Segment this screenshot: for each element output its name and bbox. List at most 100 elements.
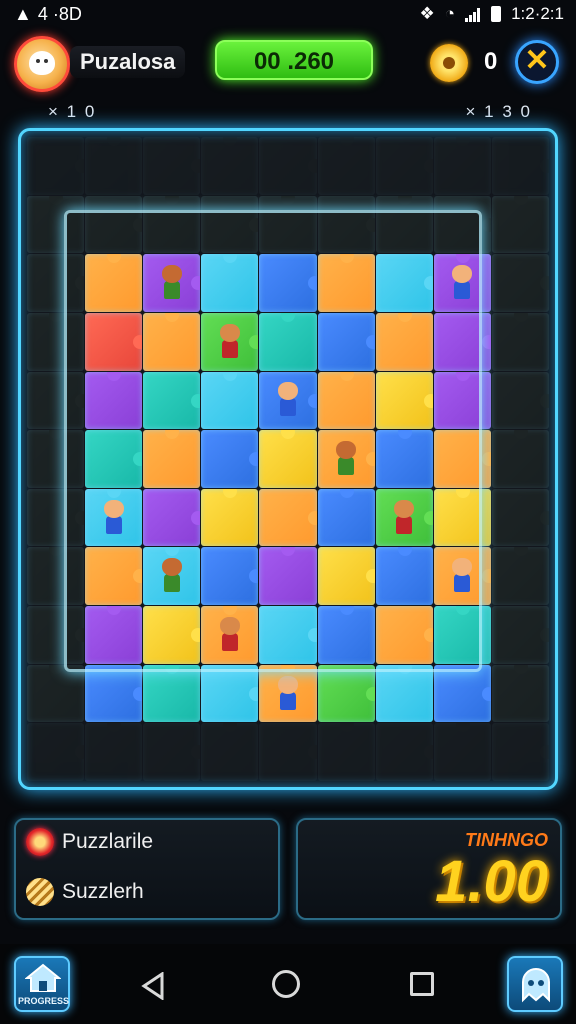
puzzle-tile[interactable] (259, 723, 317, 781)
coin-gear-icon[interactable] (430, 44, 468, 82)
puzzle-tile[interactable] (491, 723, 549, 781)
puzzle-tile[interactable] (433, 195, 491, 254)
puzzle-tile[interactable] (85, 254, 143, 312)
puzzle-tile[interactable] (375, 254, 433, 312)
puzzle-tile[interactable] (201, 430, 259, 488)
puzzle-tile[interactable] (375, 195, 433, 254)
puzzle-tile[interactable] (259, 547, 317, 606)
puzzle-tile[interactable] (143, 430, 201, 488)
puzzle-tile[interactable] (317, 430, 375, 488)
puzzle-tile[interactable] (375, 371, 433, 430)
puzzle-tile[interactable] (433, 254, 491, 312)
puzzle-tile[interactable] (491, 430, 549, 488)
puzzle-tile[interactable] (27, 723, 85, 781)
close-button[interactable]: ✕ (515, 40, 559, 84)
recent-apps-icon[interactable] (410, 972, 434, 996)
puzzle-tile[interactable] (375, 664, 433, 723)
puzzle-tile[interactable] (491, 254, 549, 312)
powerup-row-1[interactable]: Puzzlarile (26, 828, 153, 856)
puzzle-tile[interactable] (85, 723, 143, 781)
puzzle-tile[interactable] (491, 664, 549, 723)
puzzle-tile[interactable] (85, 606, 143, 664)
puzzle-tile[interactable] (259, 664, 317, 723)
puzzle-tile[interactable] (433, 488, 491, 547)
puzzle-tile[interactable] (27, 488, 85, 547)
puzzle-tile[interactable] (317, 606, 375, 664)
puzzle-tile[interactable] (491, 137, 549, 195)
puzzle-tile[interactable] (27, 664, 85, 723)
puzzle-tile[interactable] (375, 312, 433, 371)
puzzle-tile[interactable] (317, 195, 375, 254)
puzzle-tile[interactable] (433, 137, 491, 195)
puzzle-tile[interactable] (201, 312, 259, 371)
puzzle-tile[interactable] (85, 664, 143, 723)
puzzle-tile[interactable] (201, 606, 259, 664)
puzzle-tile[interactable] (259, 488, 317, 547)
puzzle-tile[interactable] (85, 488, 143, 547)
puzzle-tile[interactable] (433, 606, 491, 664)
puzzle-tile[interactable] (143, 137, 201, 195)
puzzle-tile[interactable] (201, 488, 259, 547)
puzzle-tile[interactable] (491, 488, 549, 547)
puzzle-tile[interactable] (85, 371, 143, 430)
nav-home-icon[interactable] (272, 970, 300, 998)
puzzle-tile[interactable] (27, 430, 85, 488)
puzzle-tile[interactable] (85, 312, 143, 371)
puzzle-tile[interactable] (317, 547, 375, 606)
puzzle-tile[interactable] (317, 254, 375, 312)
puzzle-tile[interactable] (201, 371, 259, 430)
puzzle-tile[interactable] (27, 371, 85, 430)
puzzle-tile[interactable] (491, 195, 549, 254)
puzzle-tile[interactable] (433, 547, 491, 606)
puzzle-tile[interactable] (85, 547, 143, 606)
puzzle-tile[interactable] (375, 137, 433, 195)
puzzle-tile[interactable] (201, 547, 259, 606)
puzzle-tile[interactable] (143, 723, 201, 781)
puzzle-tile[interactable] (375, 547, 433, 606)
puzzle-tile[interactable] (27, 195, 85, 254)
character-button[interactable] (507, 956, 563, 1012)
puzzle-tile[interactable] (491, 312, 549, 371)
puzzle-tile[interactable] (259, 137, 317, 195)
home-button[interactable]: PROGRESS (14, 956, 70, 1012)
puzzle-tile[interactable] (201, 254, 259, 312)
puzzle-tile[interactable] (317, 488, 375, 547)
puzzle-tile[interactable] (375, 430, 433, 488)
puzzle-tile[interactable] (259, 371, 317, 430)
puzzle-tile[interactable] (259, 254, 317, 312)
puzzle-tile[interactable] (143, 547, 201, 606)
puzzle-tile[interactable] (27, 254, 85, 312)
puzzle-tile[interactable] (317, 664, 375, 723)
puzzle-tile[interactable] (433, 723, 491, 781)
puzzle-tile[interactable] (375, 488, 433, 547)
puzzle-tile[interactable] (85, 195, 143, 254)
puzzle-tile[interactable] (259, 606, 317, 664)
puzzle-tile[interactable] (433, 430, 491, 488)
puzzle-tile[interactable] (143, 254, 201, 312)
puzzle-tile[interactable] (143, 195, 201, 254)
puzzle-tile[interactable] (317, 137, 375, 195)
powerup-row-2[interactable]: Suzzlerh (26, 878, 144, 906)
puzzle-tile[interactable] (491, 547, 549, 606)
puzzle-tile[interactable] (317, 723, 375, 781)
puzzle-tile[interactable] (27, 312, 85, 371)
puzzle-tile[interactable] (433, 312, 491, 371)
puzzle-tile[interactable] (27, 547, 85, 606)
puzzle-tile[interactable] (85, 430, 143, 488)
puzzle-tile[interactable] (375, 606, 433, 664)
puzzle-tile[interactable] (143, 371, 201, 430)
puzzle-tile[interactable] (491, 371, 549, 430)
player-avatar[interactable] (14, 36, 70, 92)
puzzle-tile[interactable] (201, 195, 259, 254)
puzzle-tile[interactable] (433, 371, 491, 430)
puzzle-tile[interactable] (201, 137, 259, 195)
puzzle-tile[interactable] (259, 195, 317, 254)
puzzle-tile[interactable] (201, 723, 259, 781)
puzzle-tile[interactable] (259, 312, 317, 371)
puzzle-tile[interactable] (491, 606, 549, 664)
puzzle-tile[interactable] (85, 137, 143, 195)
puzzle-tile[interactable] (143, 664, 201, 723)
puzzle-tile[interactable] (317, 371, 375, 430)
puzzle-tile[interactable] (259, 430, 317, 488)
back-icon[interactable] (140, 972, 166, 1000)
